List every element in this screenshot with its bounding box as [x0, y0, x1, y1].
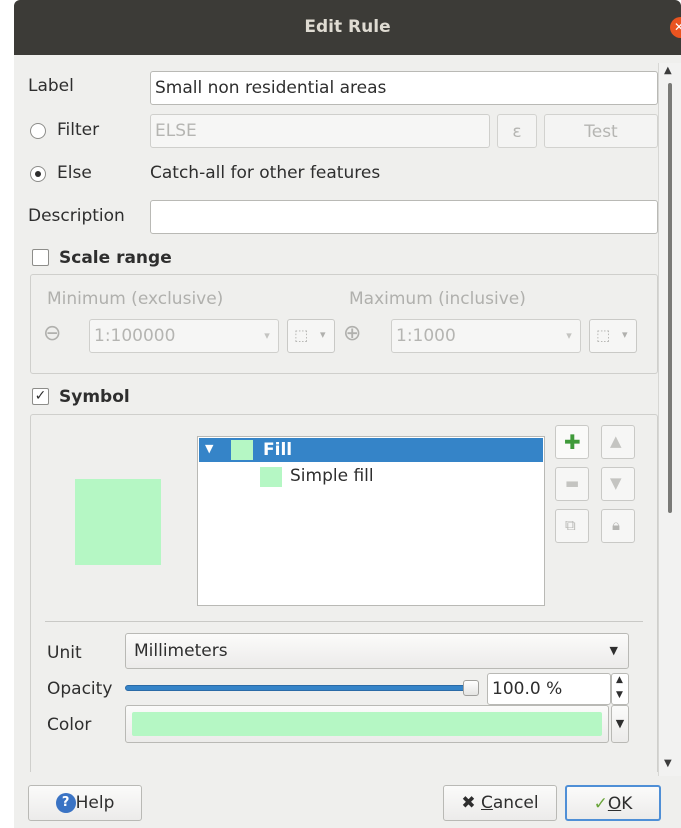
chevron-down-icon: ▾ — [622, 328, 628, 341]
title-bar: Edit Rule ✕ — [14, 0, 681, 55]
label-input[interactable]: Small non residential areas — [150, 71, 658, 105]
scrollbar-thumb[interactable] — [668, 83, 672, 513]
plus-icon: ✚ — [564, 430, 581, 454]
description-input[interactable] — [150, 200, 658, 234]
opacity-label: Opacity — [47, 679, 113, 699]
color-button[interactable] — [125, 705, 609, 743]
else-caption: Else — [57, 163, 92, 183]
zoom-out-icon: ⊖ — [43, 321, 62, 346]
expression-builder-button[interactable]: ε — [497, 114, 537, 148]
help-label: Help — [75, 793, 115, 813]
color-label: Color — [47, 715, 92, 735]
chevron-down-icon: ▼ — [609, 644, 618, 657]
opacity-slider[interactable] — [125, 685, 477, 691]
checkmark-icon: ✓ — [593, 794, 608, 814]
zoom-in-icon: ⊕ — [343, 321, 362, 346]
step-up-icon[interactable]: ▲ — [616, 675, 623, 685]
minus-icon: ▬ — [565, 474, 580, 492]
unit-label: Unit — [47, 643, 82, 663]
cancel-icon: ✖ — [461, 793, 476, 813]
symbol-layer-tree[interactable]: ▼ Fill Simple fill — [197, 436, 545, 606]
cancel-button[interactable]: ✖ Cancel — [443, 785, 557, 821]
expand-arrow-icon[interactable]: ▼ — [205, 442, 213, 455]
cancel-label: ancel — [492, 793, 539, 813]
cancel-mnemonic: C — [481, 793, 493, 813]
map-canvas-icon: ⬚ — [596, 326, 611, 344]
ok-button[interactable]: ✓OK — [565, 785, 661, 821]
vertical-scrollbar[interactable]: ▲ ▼ — [658, 63, 681, 776]
move-up-button[interactable]: ▲ — [601, 425, 635, 459]
lock-icon: 🔒︎ — [612, 516, 620, 534]
symbol-checkbox[interactable]: ✓ — [32, 388, 49, 405]
arrow-down-icon: ▼ — [610, 474, 622, 492]
add-layer-button[interactable]: ✚ — [555, 425, 589, 459]
minimum-scale-label: Minimum (exclusive) — [47, 289, 224, 309]
duplicate-icon: ⧉ — [565, 516, 576, 534]
fill-swatch-icon — [231, 440, 253, 460]
duplicate-layer-button[interactable]: ⧉ — [555, 509, 589, 543]
tree-row-fill[interactable]: ▼ Fill — [199, 438, 543, 462]
help-icon: ? — [55, 793, 76, 813]
arrow-up-icon: ▲ — [610, 432, 622, 450]
unit-value: Millimeters — [134, 641, 228, 661]
step-down-icon[interactable]: ▼ — [616, 690, 623, 700]
simple-fill-swatch-icon — [260, 467, 282, 487]
scale-range-group: Minimum (exclusive) Maximum (inclusive) … — [30, 274, 658, 374]
minimum-scale-input[interactable]: 1:100000 — [89, 319, 279, 353]
scale-range-caption: Scale range — [59, 248, 172, 268]
minimum-scale-map-button[interactable]: ⬚ ▾ — [287, 319, 335, 353]
tree-item-label[interactable]: Simple fill — [290, 466, 374, 486]
maximum-scale-input[interactable]: 1:1000 — [391, 319, 581, 353]
tree-item-label: Fill — [263, 440, 293, 460]
lock-layer-button[interactable]: 🔒︎ — [601, 509, 635, 543]
description-caption: Description — [28, 206, 125, 226]
map-canvas-icon: ⬚ — [294, 326, 309, 344]
chevron-down-icon[interactable]: ▾ — [257, 323, 277, 349]
filter-caption: Filter — [57, 120, 100, 140]
separator — [45, 621, 643, 622]
chevron-down-icon: ▼ — [615, 717, 625, 730]
epsilon-icon: ε — [512, 122, 522, 142]
maximum-scale-label: Maximum (inclusive) — [349, 289, 526, 309]
symbol-preview — [75, 479, 161, 565]
edit-rule-dialog: Label Small non residential areas Filter… — [14, 55, 681, 828]
chevron-down-icon: ▾ — [320, 328, 326, 341]
test-button[interactable]: Test — [544, 114, 658, 148]
symbol-group: ▼ Fill Simple fill ✚ ▲ ▬ ▼ ⧉ 🔒︎ Unit Mil… — [30, 414, 658, 772]
else-description: Catch-all for other features — [150, 163, 381, 183]
scroll-down-icon[interactable]: ▼ — [664, 758, 672, 769]
scale-range-checkbox[interactable] — [32, 249, 49, 266]
remove-layer-button[interactable]: ▬ — [555, 467, 589, 501]
filter-radio[interactable] — [30, 123, 46, 139]
symbol-caption: Symbol — [59, 387, 130, 407]
opacity-stepper[interactable]: ▲ ▼ — [611, 673, 629, 705]
unit-select[interactable]: Millimeters ▼ — [125, 633, 629, 669]
move-down-button[interactable]: ▼ — [601, 467, 635, 501]
ok-mnemonic: O — [607, 794, 622, 814]
opacity-spinbox[interactable]: 100.0 % — [487, 673, 611, 705]
opacity-slider-handle[interactable] — [463, 680, 479, 696]
scroll-up-icon[interactable]: ▲ — [664, 65, 672, 76]
filter-input[interactable]: ELSE — [150, 114, 490, 148]
color-menu-button[interactable]: ▼ — [611, 705, 629, 743]
else-radio[interactable] — [30, 166, 46, 182]
window-title: Edit Rule — [304, 17, 391, 37]
maximum-scale-map-button[interactable]: ⬚ ▾ — [589, 319, 637, 353]
ok-label: K — [621, 794, 633, 814]
help-button[interactable]: ? Help — [28, 785, 142, 821]
color-swatch — [132, 712, 602, 736]
chevron-down-icon[interactable]: ▾ — [559, 323, 579, 349]
label-caption: Label — [28, 76, 74, 96]
